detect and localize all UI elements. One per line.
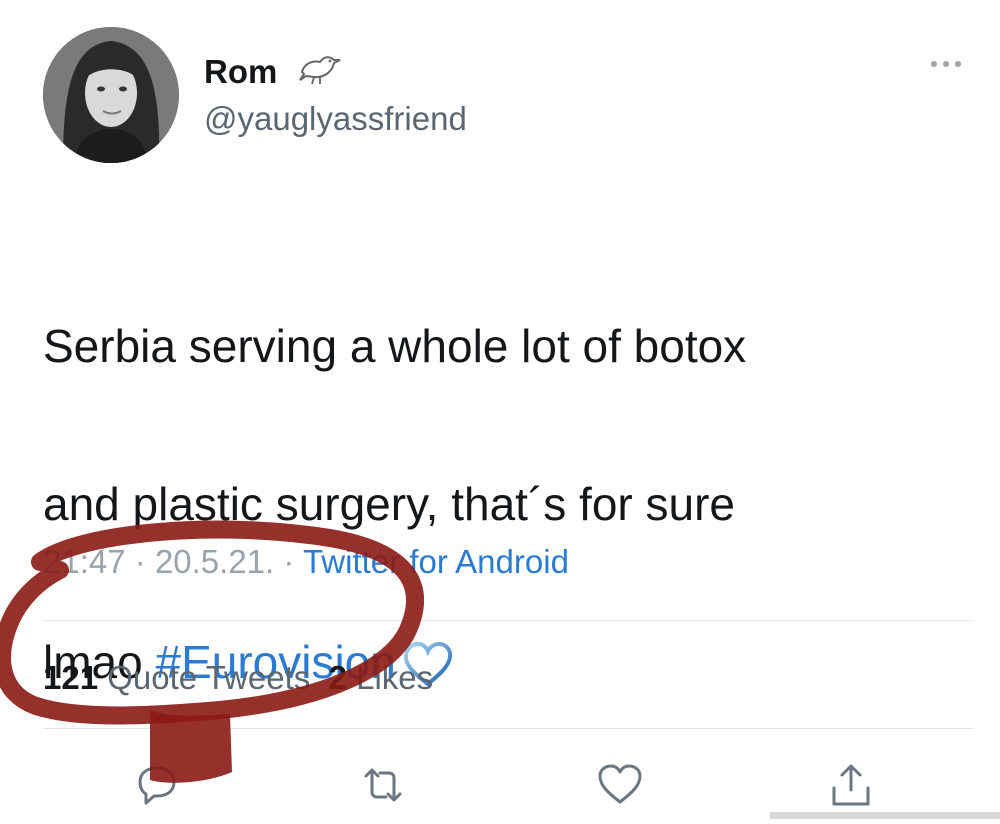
bottom-bar xyxy=(770,812,1000,819)
meta-separator: · xyxy=(283,543,295,580)
share-icon[interactable] xyxy=(826,760,876,810)
divider xyxy=(43,728,974,729)
reply-icon[interactable] xyxy=(132,760,182,810)
retweet-icon[interactable] xyxy=(358,760,408,810)
quote-tweets-stat[interactable]: 121 Quote Tweets xyxy=(43,659,310,696)
meta-separator: · xyxy=(134,543,146,580)
tweet-text-line: and plastic surgery, that´s for sure xyxy=(43,478,735,530)
display-name[interactable]: Rom xyxy=(204,52,277,92)
more-options-icon[interactable] xyxy=(928,56,972,72)
likes-stat[interactable]: 2 Likes xyxy=(329,659,434,696)
tweet-source-link[interactable]: Twitter for Android xyxy=(303,543,569,580)
avatar[interactable] xyxy=(43,27,179,163)
user-handle[interactable]: @yauglyassfriend xyxy=(204,98,467,140)
tweet-time[interactable]: 21:47 xyxy=(43,543,126,580)
tweet-meta: 21:47 · 20.5.21. · Twitter for Android xyxy=(43,540,569,584)
bird-emoji-icon xyxy=(296,52,344,86)
tweet-date[interactable]: 20.5.21. xyxy=(155,543,274,580)
quote-tweets-label: Quote Tweets xyxy=(107,659,311,696)
tweet-stats: 121 Quote Tweets 2 Likes xyxy=(43,656,433,700)
like-icon[interactable] xyxy=(595,760,645,810)
likes-count: 2 xyxy=(328,659,347,696)
divider xyxy=(43,620,974,621)
quote-tweets-count: 121 xyxy=(43,659,99,696)
likes-label: Likes xyxy=(356,659,434,696)
tweet-text-line: Serbia serving a whole lot of botox xyxy=(43,320,747,372)
